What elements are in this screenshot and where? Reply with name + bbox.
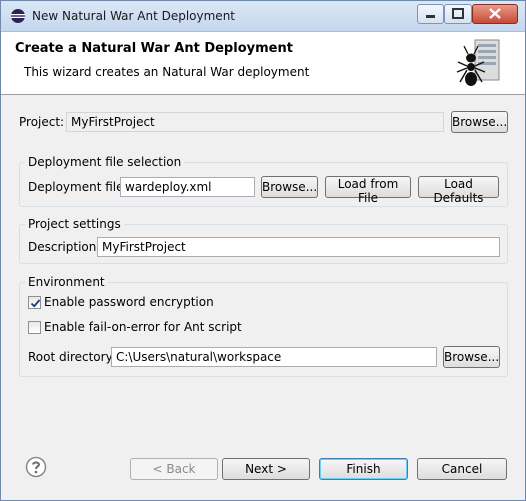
- load-from-file-button[interactable]: Load from File: [325, 176, 411, 205]
- cancel-button[interactable]: Cancel: [417, 458, 507, 480]
- wizard-header: Create a Natural War Ant Deployment This…: [1, 32, 525, 95]
- ant-server-icon: [453, 38, 505, 90]
- password-encryption-label[interactable]: Enable password encryption: [44, 295, 214, 309]
- deployment-browse-button[interactable]: Browse...: [261, 176, 318, 198]
- help-icon[interactable]: [25, 456, 47, 478]
- eclipse-icon: [10, 8, 26, 24]
- description-input[interactable]: MyFirstProject: [97, 237, 500, 257]
- project-field[interactable]: MyFirstProject: [66, 112, 444, 132]
- root-directory-browse-button[interactable]: Browse...: [443, 346, 500, 368]
- project-settings-group-title: Project settings: [25, 217, 124, 231]
- deployment-file-input[interactable]: wardeploy.xml: [120, 177, 255, 197]
- fail-on-error-label[interactable]: Enable fail-on-error for Ant script: [44, 320, 242, 334]
- password-encryption-checkbox[interactable]: [28, 296, 41, 309]
- load-defaults-button[interactable]: Load Defaults: [418, 176, 499, 205]
- window-title: New Natural War Ant Deployment: [32, 9, 235, 23]
- description-label: Description:: [28, 240, 101, 254]
- checkmark-icon: [30, 299, 41, 308]
- wizard-description: This wizard creates an Natural War deplo…: [24, 65, 310, 79]
- deployment-file-group-title: Deployment file selection: [25, 155, 185, 169]
- back-button[interactable]: < Back: [130, 458, 218, 480]
- wizard-title: Create a Natural War Ant Deployment: [15, 41, 293, 56]
- minimize-icon: [426, 15, 435, 18]
- project-label: Project:: [19, 115, 65, 129]
- root-directory-label: Root directory:: [28, 350, 116, 364]
- maximize-button[interactable]: [444, 4, 472, 24]
- title-bar[interactable]: New Natural War Ant Deployment: [1, 1, 525, 32]
- maximize-icon: [452, 8, 464, 19]
- close-icon: [489, 8, 501, 19]
- deployment-file-label: Deployment file:: [28, 180, 128, 194]
- wizard-window: New Natural War Ant Deployment Create a …: [0, 0, 526, 501]
- environment-group-title: Environment: [25, 275, 108, 289]
- minimize-button[interactable]: [417, 4, 444, 24]
- project-browse-button[interactable]: Browse...: [451, 111, 508, 133]
- close-button[interactable]: [472, 4, 518, 24]
- fail-on-error-checkbox[interactable]: [28, 321, 41, 334]
- next-button[interactable]: Next >: [222, 458, 310, 480]
- root-directory-input[interactable]: C:\Users\natural\workspace: [111, 347, 437, 367]
- finish-button[interactable]: Finish: [319, 458, 408, 480]
